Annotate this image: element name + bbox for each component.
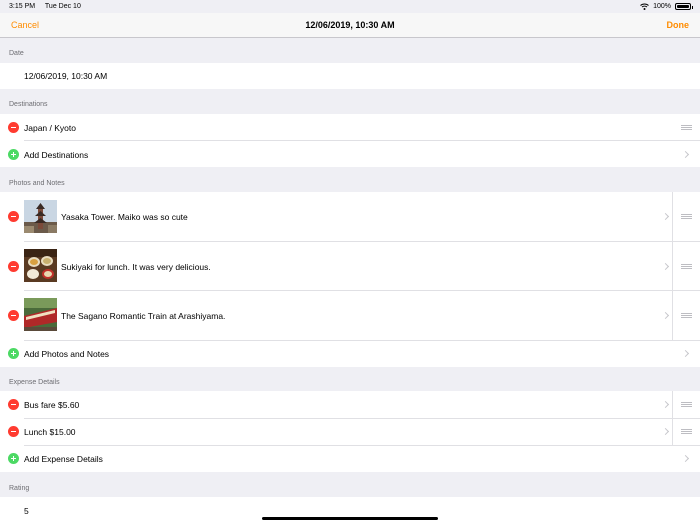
status-date: Tue Dec 10 xyxy=(44,3,81,10)
chevron-right-icon xyxy=(681,150,690,159)
section-header-rating: Rating xyxy=(9,485,30,492)
add-expense-label: Add Expense Details xyxy=(24,454,103,464)
pagoda-photo xyxy=(24,200,57,233)
expense-label: Lunch $15.00 xyxy=(24,427,76,437)
wifi-icon xyxy=(640,3,649,10)
list-item[interactable]: Bus fare $5.60 xyxy=(0,391,700,418)
add-expense-button[interactable]: Add Expense Details xyxy=(0,446,700,472)
chevron-right-icon xyxy=(661,212,670,221)
destination-label: Japan / Kyoto xyxy=(24,123,76,133)
photo-note-label: Yasaka Tower. Maiko was so cute xyxy=(61,212,188,222)
add-destinations-label: Add Destinations xyxy=(24,150,89,160)
expense-label: Bus fare $5.60 xyxy=(24,400,80,410)
reorder-icon[interactable] xyxy=(681,125,692,130)
add-icon xyxy=(8,149,19,160)
delete-icon[interactable] xyxy=(8,122,19,133)
list-item[interactable]: The Sagano Romantic Train at Arashiyama. xyxy=(0,291,700,340)
delete-icon[interactable] xyxy=(8,426,19,437)
section-header-destinations: Destinations xyxy=(9,101,48,108)
add-photos-button[interactable]: Add Photos and Notes xyxy=(0,341,700,367)
reorder-icon[interactable] xyxy=(681,264,692,269)
home-indicator[interactable] xyxy=(262,517,438,520)
food-photo xyxy=(24,249,57,282)
navigation-bar: Cancel 12/06/2019, 10:30 AM Done xyxy=(0,13,700,38)
status-bar: 3:15 PM Tue Dec 10 100% xyxy=(0,0,700,13)
list-item[interactable]: Yasaka Tower. Maiko was so cute xyxy=(0,192,700,241)
battery-percent: 100% xyxy=(653,3,671,10)
delete-icon[interactable] xyxy=(8,261,19,272)
add-destinations-button[interactable]: Add Destinations xyxy=(0,141,700,167)
photos-list: Yasaka Tower. Maiko was so cute Sukiyaki… xyxy=(0,192,700,367)
photo-note-label: Sukiyaki for lunch. It was very deliciou… xyxy=(61,262,211,272)
reorder-icon[interactable] xyxy=(681,214,692,219)
section-header-date: Date xyxy=(9,50,24,57)
delete-icon[interactable] xyxy=(8,399,19,410)
done-button[interactable]: Done xyxy=(667,20,690,30)
delete-icon[interactable] xyxy=(8,310,19,321)
reorder-icon[interactable] xyxy=(681,313,692,318)
section-header-photos: Photos and Notes xyxy=(9,180,65,187)
add-icon xyxy=(8,348,19,359)
expenses-list: Bus fare $5.60 Lunch $15.00 Add Expense … xyxy=(0,391,700,472)
rating-value: 5 xyxy=(24,506,29,516)
chevron-right-icon xyxy=(681,454,690,463)
chevron-right-icon xyxy=(661,400,670,409)
rating-row[interactable]: 5 xyxy=(0,497,700,525)
section-header-expenses: Expense Details xyxy=(9,379,60,386)
chevron-right-icon xyxy=(661,427,670,436)
chevron-right-icon xyxy=(661,262,670,271)
photo-note-label: The Sagano Romantic Train at Arashiyama. xyxy=(61,311,226,321)
reorder-icon[interactable] xyxy=(681,402,692,407)
date-value: 12/06/2019, 10:30 AM xyxy=(24,71,108,81)
delete-icon[interactable] xyxy=(8,211,19,222)
reorder-icon[interactable] xyxy=(681,429,692,434)
train-photo xyxy=(24,298,57,331)
chevron-right-icon xyxy=(661,311,670,320)
page-title: 12/06/2019, 10:30 AM xyxy=(305,20,395,30)
destinations-list: Japan / Kyoto Add Destinations xyxy=(0,114,700,167)
add-icon xyxy=(8,453,19,464)
add-photos-label: Add Photos and Notes xyxy=(24,349,110,359)
status-time: 3:15 PM xyxy=(9,3,36,10)
date-row[interactable]: 12/06/2019, 10:30 AM xyxy=(0,63,700,89)
chevron-right-icon xyxy=(681,349,690,358)
list-item[interactable]: Japan / Kyoto xyxy=(0,114,700,141)
list-item[interactable]: Sukiyaki for lunch. It was very deliciou… xyxy=(0,242,700,291)
list-item[interactable]: Lunch $15.00 xyxy=(0,419,700,445)
battery-icon xyxy=(675,3,693,10)
